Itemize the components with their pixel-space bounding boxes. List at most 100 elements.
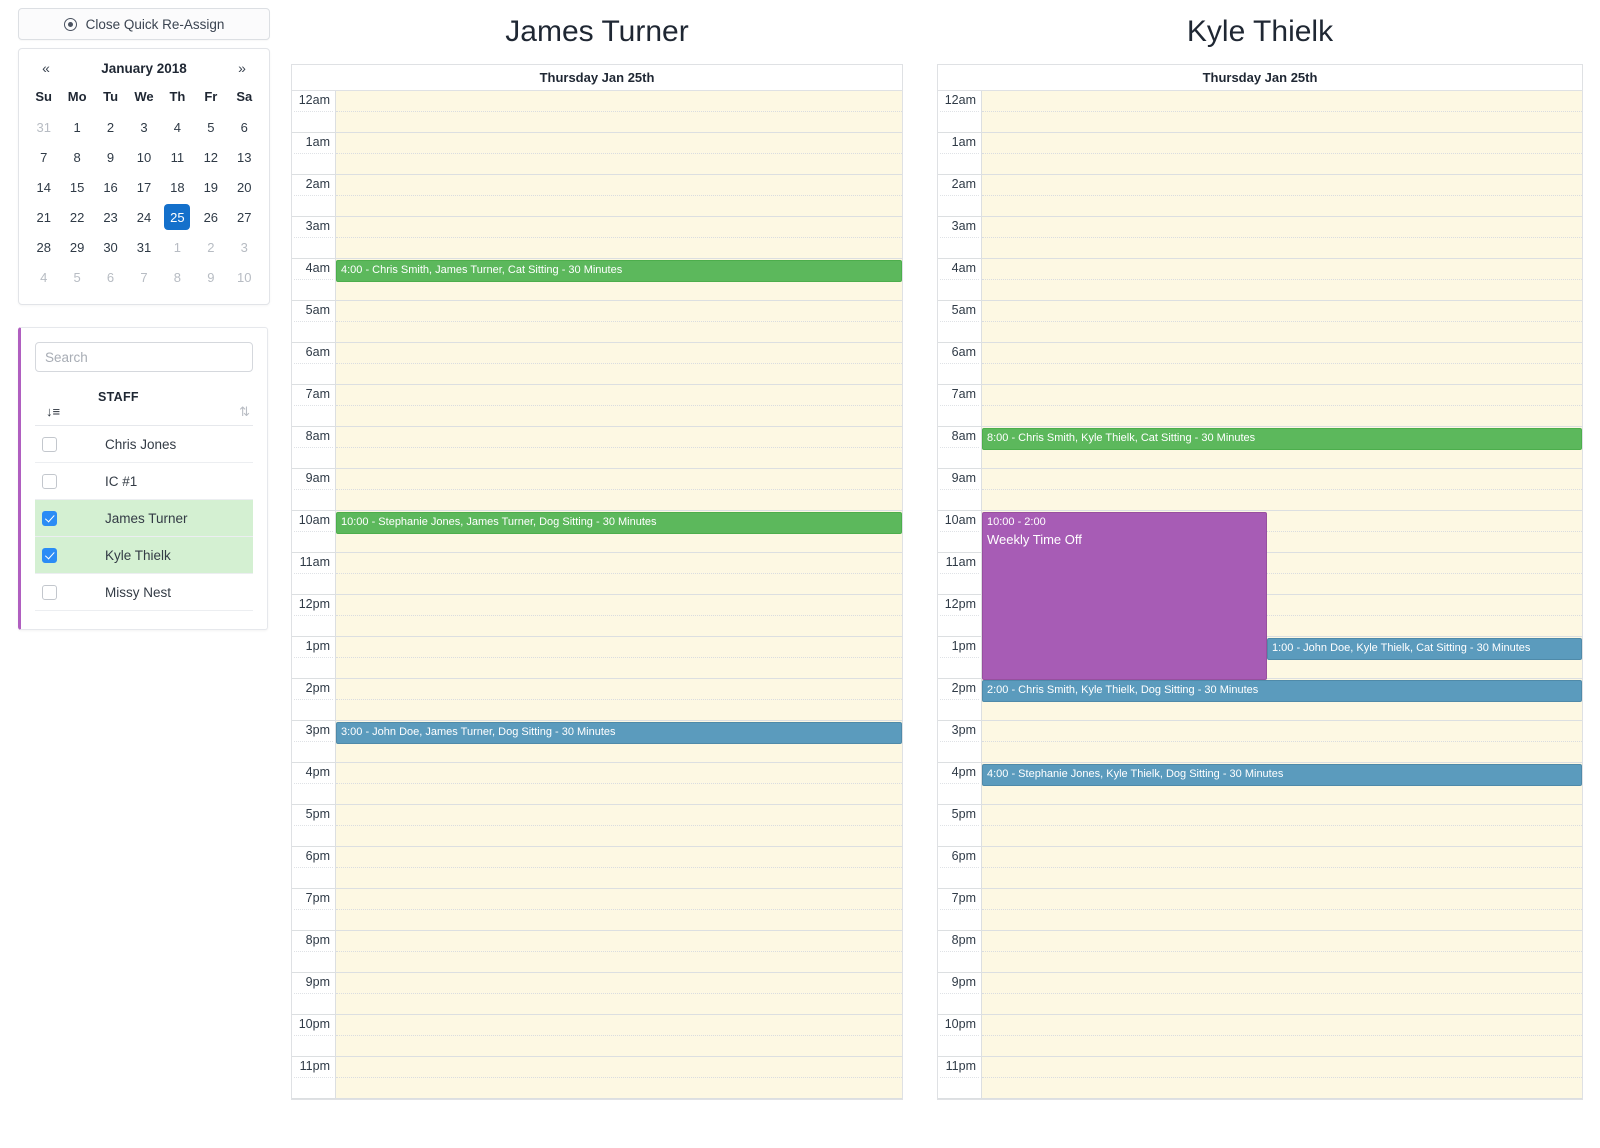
date-cell-5[interactable]: 5	[194, 112, 227, 142]
date-cell-23[interactable]: 23	[94, 202, 127, 232]
staff-checkbox[interactable]	[42, 436, 57, 452]
staff-row[interactable]: Chris Jones	[35, 426, 253, 463]
staff-row[interactable]: IC #1	[35, 463, 253, 500]
date-cell-6[interactable]: 6	[228, 112, 261, 142]
staff-checkbox[interactable]	[42, 510, 57, 526]
date-cell-14[interactable]: 14	[27, 172, 60, 202]
date-cell-25[interactable]: 25	[161, 202, 194, 232]
calendar-event[interactable]: 2:00 - Chris Smith, Kyle Thielk, Dog Sit…	[982, 680, 1582, 702]
calendar-event[interactable]: 8:00 - Chris Smith, Kyle Thielk, Cat Sit…	[982, 428, 1582, 450]
date-cell-12[interactable]: 12	[194, 142, 227, 172]
calendar-hour-slot[interactable]	[982, 385, 1582, 426]
calendar-event[interactable]: 1:00 - John Doe, Kyle Thielk, Cat Sittin…	[1267, 638, 1582, 660]
date-cell-10[interactable]: 10	[228, 262, 261, 292]
date-cell-4[interactable]: 4	[161, 112, 194, 142]
search-input[interactable]	[35, 342, 253, 372]
close-quick-reassign-button[interactable]: Close Quick Re-Assign	[18, 8, 270, 40]
calendar-hour-slot[interactable]	[336, 805, 902, 846]
calendar-hour-slot[interactable]	[982, 805, 1582, 846]
calendar-hour-slot[interactable]	[982, 469, 1582, 510]
calendar-hour-slot[interactable]	[982, 889, 1582, 930]
date-cell-22[interactable]: 22	[60, 202, 93, 232]
calendar-hour-slot[interactable]	[336, 385, 902, 426]
sort-icon[interactable]: ⇅	[239, 405, 250, 418]
next-month-button[interactable]: »	[233, 60, 251, 76]
calendar-hour-slot[interactable]	[982, 217, 1582, 258]
calendar-hour-slot[interactable]	[982, 343, 1582, 384]
staff-checkbox[interactable]	[42, 584, 57, 600]
date-cell-28[interactable]: 28	[27, 232, 60, 262]
calendar-hour-slot[interactable]	[982, 1015, 1582, 1056]
calendar-hour-slot[interactable]	[336, 931, 902, 972]
calendar-hour-slot[interactable]	[982, 847, 1582, 888]
date-cell-5[interactable]: 5	[60, 262, 93, 292]
date-cell-27[interactable]: 27	[228, 202, 261, 232]
calendar-hour-slot[interactable]	[336, 301, 902, 342]
calendar-hour-slot[interactable]	[336, 427, 902, 468]
date-cell-2[interactable]: 2	[194, 232, 227, 262]
calendar-event[interactable]: 10:00 - 2:00 Weekly Time Off	[982, 512, 1267, 680]
calendar-hour-slot[interactable]	[982, 931, 1582, 972]
calendar-event[interactable]: 4:00 - Stephanie Jones, Kyle Thielk, Dog…	[982, 764, 1582, 786]
calendar-hour-slot[interactable]	[982, 721, 1582, 762]
calendar-hour-slot[interactable]	[982, 259, 1582, 300]
date-cell-11[interactable]: 11	[161, 142, 194, 172]
calendar-hour-slot[interactable]	[336, 175, 902, 216]
calendar-hour-slot[interactable]	[982, 973, 1582, 1014]
date-cell-4[interactable]: 4	[27, 262, 60, 292]
calendar-event[interactable]: 3:00 - John Doe, James Turner, Dog Sitti…	[336, 722, 902, 744]
date-cell-17[interactable]: 17	[127, 172, 160, 202]
staff-row[interactable]: Kyle Thielk	[35, 537, 253, 574]
staff-row[interactable]: James Turner	[35, 500, 253, 537]
date-cell-3[interactable]: 3	[228, 232, 261, 262]
date-cell-9[interactable]: 9	[94, 142, 127, 172]
calendar-event[interactable]: 4:00 - Chris Smith, James Turner, Cat Si…	[336, 260, 902, 282]
calendar-hour-slot[interactable]	[336, 973, 902, 1014]
date-cell-13[interactable]: 13	[228, 142, 261, 172]
calendar-hour-slot[interactable]	[336, 889, 902, 930]
calendar-event[interactable]: 10:00 - Stephanie Jones, James Turner, D…	[336, 512, 902, 534]
calendar-hour-slot[interactable]	[336, 847, 902, 888]
date-cell-24[interactable]: 24	[127, 202, 160, 232]
sort-amount-down-icon[interactable]: ↓≡	[46, 405, 60, 418]
date-cell-1[interactable]: 1	[60, 112, 93, 142]
date-cell-1[interactable]: 1	[161, 232, 194, 262]
calendar-hour-slot[interactable]	[336, 637, 902, 678]
date-cell-7[interactable]: 7	[127, 262, 160, 292]
date-cell-8[interactable]: 8	[60, 142, 93, 172]
calendar-hour-slot[interactable]	[982, 1057, 1582, 1098]
date-cell-6[interactable]: 6	[94, 262, 127, 292]
date-cell-30[interactable]: 30	[94, 232, 127, 262]
calendar-hour-slot[interactable]	[982, 301, 1582, 342]
calendar-hour-slot[interactable]	[982, 91, 1582, 132]
calendar-hour-slot[interactable]	[982, 133, 1582, 174]
calendar-hour-slot[interactable]	[336, 1057, 902, 1098]
calendar-hour-slot[interactable]	[336, 217, 902, 258]
date-cell-10[interactable]: 10	[127, 142, 160, 172]
date-cell-19[interactable]: 19	[194, 172, 227, 202]
date-cell-15[interactable]: 15	[60, 172, 93, 202]
calendar-hour-slot[interactable]	[982, 175, 1582, 216]
prev-month-button[interactable]: «	[37, 60, 55, 76]
staff-checkbox[interactable]	[42, 547, 57, 563]
calendar-hour-slot[interactable]	[336, 679, 902, 720]
staff-row[interactable]: Missy Nest	[35, 574, 253, 611]
calendar-hour-slot[interactable]	[336, 133, 902, 174]
date-cell-26[interactable]: 26	[194, 202, 227, 232]
date-cell-31[interactable]: 31	[127, 232, 160, 262]
date-cell-9[interactable]: 9	[194, 262, 227, 292]
date-cell-21[interactable]: 21	[27, 202, 60, 232]
date-cell-20[interactable]: 20	[228, 172, 261, 202]
date-cell-29[interactable]: 29	[60, 232, 93, 262]
calendar-hour-slot[interactable]	[336, 595, 902, 636]
date-cell-8[interactable]: 8	[161, 262, 194, 292]
calendar-hour-slot[interactable]	[336, 763, 902, 804]
staff-checkbox[interactable]	[42, 473, 57, 489]
calendar-hour-slot[interactable]	[336, 1015, 902, 1056]
date-cell-31[interactable]: 31	[27, 112, 60, 142]
date-cell-16[interactable]: 16	[94, 172, 127, 202]
calendar-hour-slot[interactable]	[336, 469, 902, 510]
date-cell-18[interactable]: 18	[161, 172, 194, 202]
calendar-hour-slot[interactable]	[336, 343, 902, 384]
date-cell-3[interactable]: 3	[127, 112, 160, 142]
